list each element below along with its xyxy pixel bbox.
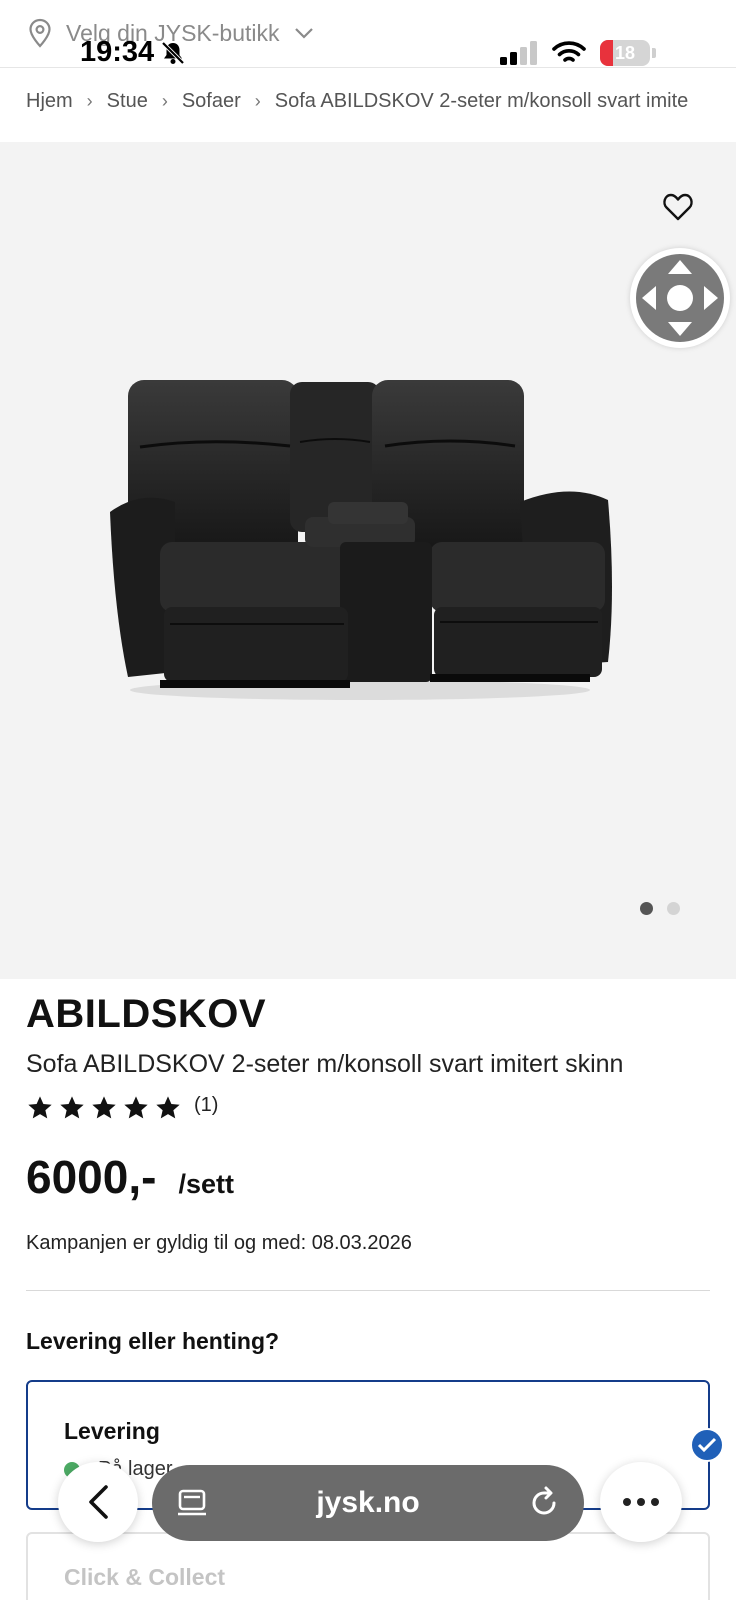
star-icon xyxy=(156,1096,180,1119)
breadcrumb-current: Sofa ABILDSKOV 2-seter m/konsoll svart i… xyxy=(274,90,689,112)
status-indicators: 18 xyxy=(500,40,656,66)
more-options-button[interactable] xyxy=(600,1462,682,1542)
product-price: 6000,- xyxy=(26,1151,157,1203)
wifi-icon xyxy=(552,41,586,62)
reload-icon[interactable] xyxy=(528,1485,560,1519)
location-pin-icon xyxy=(29,18,51,48)
more-dot-icon xyxy=(623,1498,631,1506)
delivery-heading: Levering eller henting? xyxy=(26,1328,280,1354)
breadcrumb: Hjem › Stue › Sofaer › Sofa ABILDSKOV 2-… xyxy=(26,90,726,113)
cellular-signal-icon xyxy=(500,41,537,65)
gallery-pagination xyxy=(640,902,680,915)
price-unit: /sett xyxy=(178,1169,234,1199)
breadcrumb-home[interactable]: Hjem xyxy=(26,90,73,113)
browser-address-bar[interactable]: jysk.no xyxy=(152,1465,584,1541)
directional-pad-icon xyxy=(636,254,724,342)
star-icon xyxy=(92,1096,116,1119)
product-title: Sofa ABILDSKOV 2-seter m/konsoll svart i… xyxy=(26,1050,624,1078)
product-brand: ABILDSKOV xyxy=(26,992,267,1036)
more-dot-icon xyxy=(651,1498,659,1506)
option-title: Click & Collect xyxy=(64,1564,226,1590)
gallery-dot[interactable] xyxy=(667,902,680,915)
delivery-option-click-collect[interactable]: Click & Collect xyxy=(26,1532,710,1600)
heart-icon[interactable] xyxy=(662,192,694,222)
divider xyxy=(26,1290,710,1291)
battery-indicator: 18 xyxy=(600,40,650,66)
sofa-product-image xyxy=(110,380,612,700)
campaign-validity: Kampanjen er gyldig til og med: 08.03.20… xyxy=(26,1232,412,1254)
price-row: 6000,- /sett xyxy=(26,1150,234,1204)
browser-back-button[interactable] xyxy=(58,1462,138,1542)
breadcrumb-separator-icon: › xyxy=(86,91,93,111)
bell-muted-icon xyxy=(161,41,185,64)
battery-tip xyxy=(652,48,656,58)
gallery-dot-active[interactable] xyxy=(640,902,653,915)
product-rating[interactable]: (1) xyxy=(26,1094,218,1122)
chevron-down-icon xyxy=(294,28,313,39)
breadcrumb-sofaer[interactable]: Sofaer xyxy=(182,90,241,113)
breadcrumb-separator-icon: › xyxy=(254,91,261,111)
status-time: 19:34 xyxy=(80,36,186,69)
browser-url: jysk.no xyxy=(316,1486,420,1519)
product-image-gallery[interactable] xyxy=(0,142,736,979)
star-icon xyxy=(60,1096,84,1119)
checkmark-icon xyxy=(690,1428,724,1462)
image-pan-control[interactable] xyxy=(630,248,730,348)
top-bar: Velg din JYSK-butikk 19:34 18 xyxy=(0,0,736,68)
more-dot-icon xyxy=(637,1498,645,1506)
tabs-icon[interactable] xyxy=(176,1487,208,1519)
star-icon xyxy=(28,1096,52,1119)
breadcrumb-stue[interactable]: Stue xyxy=(107,90,148,113)
chevron-left-icon xyxy=(89,1485,108,1519)
review-count: (1) xyxy=(194,1093,219,1116)
star-icon xyxy=(124,1096,148,1119)
option-title: Levering xyxy=(64,1418,160,1444)
breadcrumb-separator-icon: › xyxy=(161,91,168,111)
